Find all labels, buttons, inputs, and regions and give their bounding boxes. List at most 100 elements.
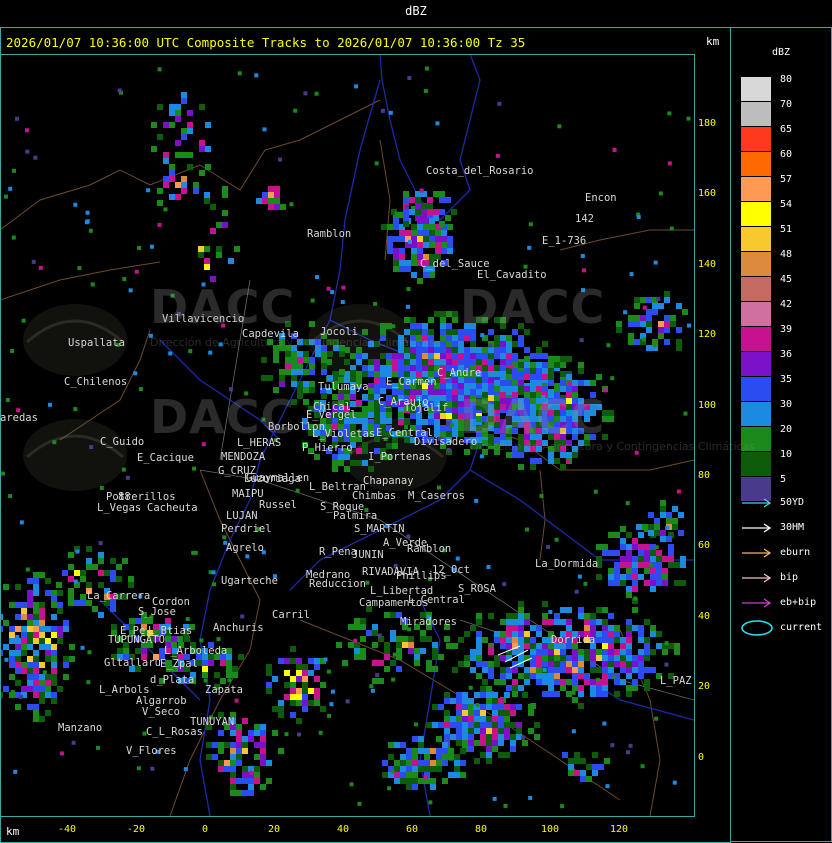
place-label: C_Chilenos xyxy=(64,376,128,388)
legend-swatch xyxy=(741,277,771,301)
place-label: Carril xyxy=(272,609,310,621)
place-label: Ramblon xyxy=(307,228,352,240)
place-label: Reduccion xyxy=(309,578,366,590)
echo-cluster xyxy=(562,752,610,782)
place-label: E_Cacique xyxy=(137,452,194,464)
y-tick-label: 80 xyxy=(698,470,711,481)
place-label: Russel xyxy=(259,499,297,511)
legend-swatch xyxy=(741,177,771,201)
window-title: dBZ xyxy=(405,4,427,18)
track-arrow-icon xyxy=(742,523,772,533)
place-label: Cordon xyxy=(152,596,190,608)
legend-label: 54 xyxy=(780,199,793,210)
current-ellipse-icon xyxy=(741,620,773,636)
watermark-subtitle: Dirección de Agricultura y Contingencias… xyxy=(150,336,436,349)
x-tick-label: 80 xyxy=(474,824,488,835)
place-label: Miradores xyxy=(400,616,457,628)
watermark-subtitle: Dirección de Agricultura y Contingencias… xyxy=(470,440,756,453)
y-tick-label: 20 xyxy=(698,681,711,693)
echo-cluster xyxy=(616,291,688,351)
place-label: L_PAZ xyxy=(660,675,692,687)
place-label: 12_Oct xyxy=(432,564,470,576)
echo-cluster xyxy=(596,526,686,604)
place-label: I_Portenas xyxy=(368,451,432,463)
legend-title: dBZ xyxy=(771,47,791,58)
x-tick-label: 40 xyxy=(336,824,350,835)
legend-swatch xyxy=(741,377,771,401)
legend-swatch xyxy=(741,327,771,351)
place-label: E_1-736 xyxy=(542,235,587,247)
legend-swatch xyxy=(741,452,771,476)
legend-label: 20 xyxy=(780,424,793,435)
track-legend-label: eb+bip xyxy=(780,597,817,608)
legend-swatch xyxy=(741,202,771,226)
track-legend-label: 30HM xyxy=(780,522,805,533)
legend-swatch xyxy=(741,252,771,276)
unit-label-top: km xyxy=(706,35,720,48)
place-label: Palmira xyxy=(333,510,378,522)
place-label: La_Dormida xyxy=(535,558,599,570)
watermark-text: DACC xyxy=(150,280,296,334)
x-tick-label: -20 xyxy=(126,824,146,835)
x-tick-label: 0 xyxy=(201,824,209,835)
place-label: Luzuriaga xyxy=(244,473,301,485)
y-tick-label: 120 xyxy=(698,329,717,341)
legend-label: 45 xyxy=(780,274,793,285)
legend-swatch xyxy=(741,77,771,101)
department-boundary xyxy=(379,54,481,221)
place-label: 88 xyxy=(118,491,131,503)
echo-cluster xyxy=(198,186,240,282)
place-label: C_L_Rosas xyxy=(146,726,203,738)
x-tick-label: -40 xyxy=(57,824,77,835)
place-label: Dorrida xyxy=(551,634,596,646)
legend-swatch xyxy=(741,227,771,251)
legend-swatch xyxy=(741,302,771,326)
track-arrow-icon xyxy=(742,548,772,558)
legend-label: 51 xyxy=(780,224,793,235)
legend-label: 42 xyxy=(780,299,793,310)
x-tick-label: 20 xyxy=(267,824,281,835)
place-label: JUNIN xyxy=(352,549,384,561)
watermark-text: DACC xyxy=(150,390,296,444)
place-label: 142 xyxy=(575,213,594,225)
legend-label: 30 xyxy=(780,399,793,410)
track-arrow-icon xyxy=(742,498,772,508)
place-label: Gltallaru xyxy=(104,657,161,669)
place-label: E_Vergel xyxy=(306,409,357,421)
track-legend-label: bip xyxy=(780,572,799,583)
track-legend-label: 50YD xyxy=(780,497,805,508)
watermark-logo xyxy=(23,419,127,491)
track-arrow-icon xyxy=(742,598,772,608)
place-label: d_Plata xyxy=(150,674,195,686)
place-label: M_Caseros xyxy=(408,490,465,502)
legend-swatch xyxy=(741,152,771,176)
legend-label: 10 xyxy=(780,449,793,460)
place-label: aredas xyxy=(0,412,38,424)
composite-tracks-header: 2026/01/07 10:36:00 UTC Composite Tracks… xyxy=(6,35,526,50)
legend-label: 80 xyxy=(780,74,793,85)
legend-label: 36 xyxy=(780,349,793,360)
place-label: C_Guido xyxy=(100,436,145,448)
place-label: L_Violetas xyxy=(312,428,376,440)
legend-swatch xyxy=(741,352,771,376)
place-label: Ramblon xyxy=(407,543,452,555)
place-label: E_Zpal xyxy=(160,658,198,670)
place-label: Costa_del_Rosario xyxy=(426,165,534,177)
place-label: V_Seco xyxy=(142,706,180,718)
place-label: LUJAN xyxy=(226,510,258,522)
legend-swatch xyxy=(741,102,771,126)
place-label: S_MARTIN xyxy=(354,523,405,535)
place-label: Ugarteche xyxy=(221,575,278,587)
echo-cluster xyxy=(256,186,286,210)
place-label: L_Central xyxy=(408,594,465,606)
track-arrow-icon xyxy=(742,573,772,583)
echo-cluster xyxy=(151,92,211,206)
place-label: Uspallata xyxy=(68,337,125,349)
legend-label: 60 xyxy=(780,149,793,160)
place-label: Agrelo xyxy=(226,542,264,554)
place-label: TUPUNGATO xyxy=(108,634,165,646)
y-tick-label: 180 xyxy=(698,118,717,129)
legend-label: 39 xyxy=(780,324,793,335)
place-label: V_Flores xyxy=(126,745,177,757)
x-tick-label: 120 xyxy=(609,824,629,835)
